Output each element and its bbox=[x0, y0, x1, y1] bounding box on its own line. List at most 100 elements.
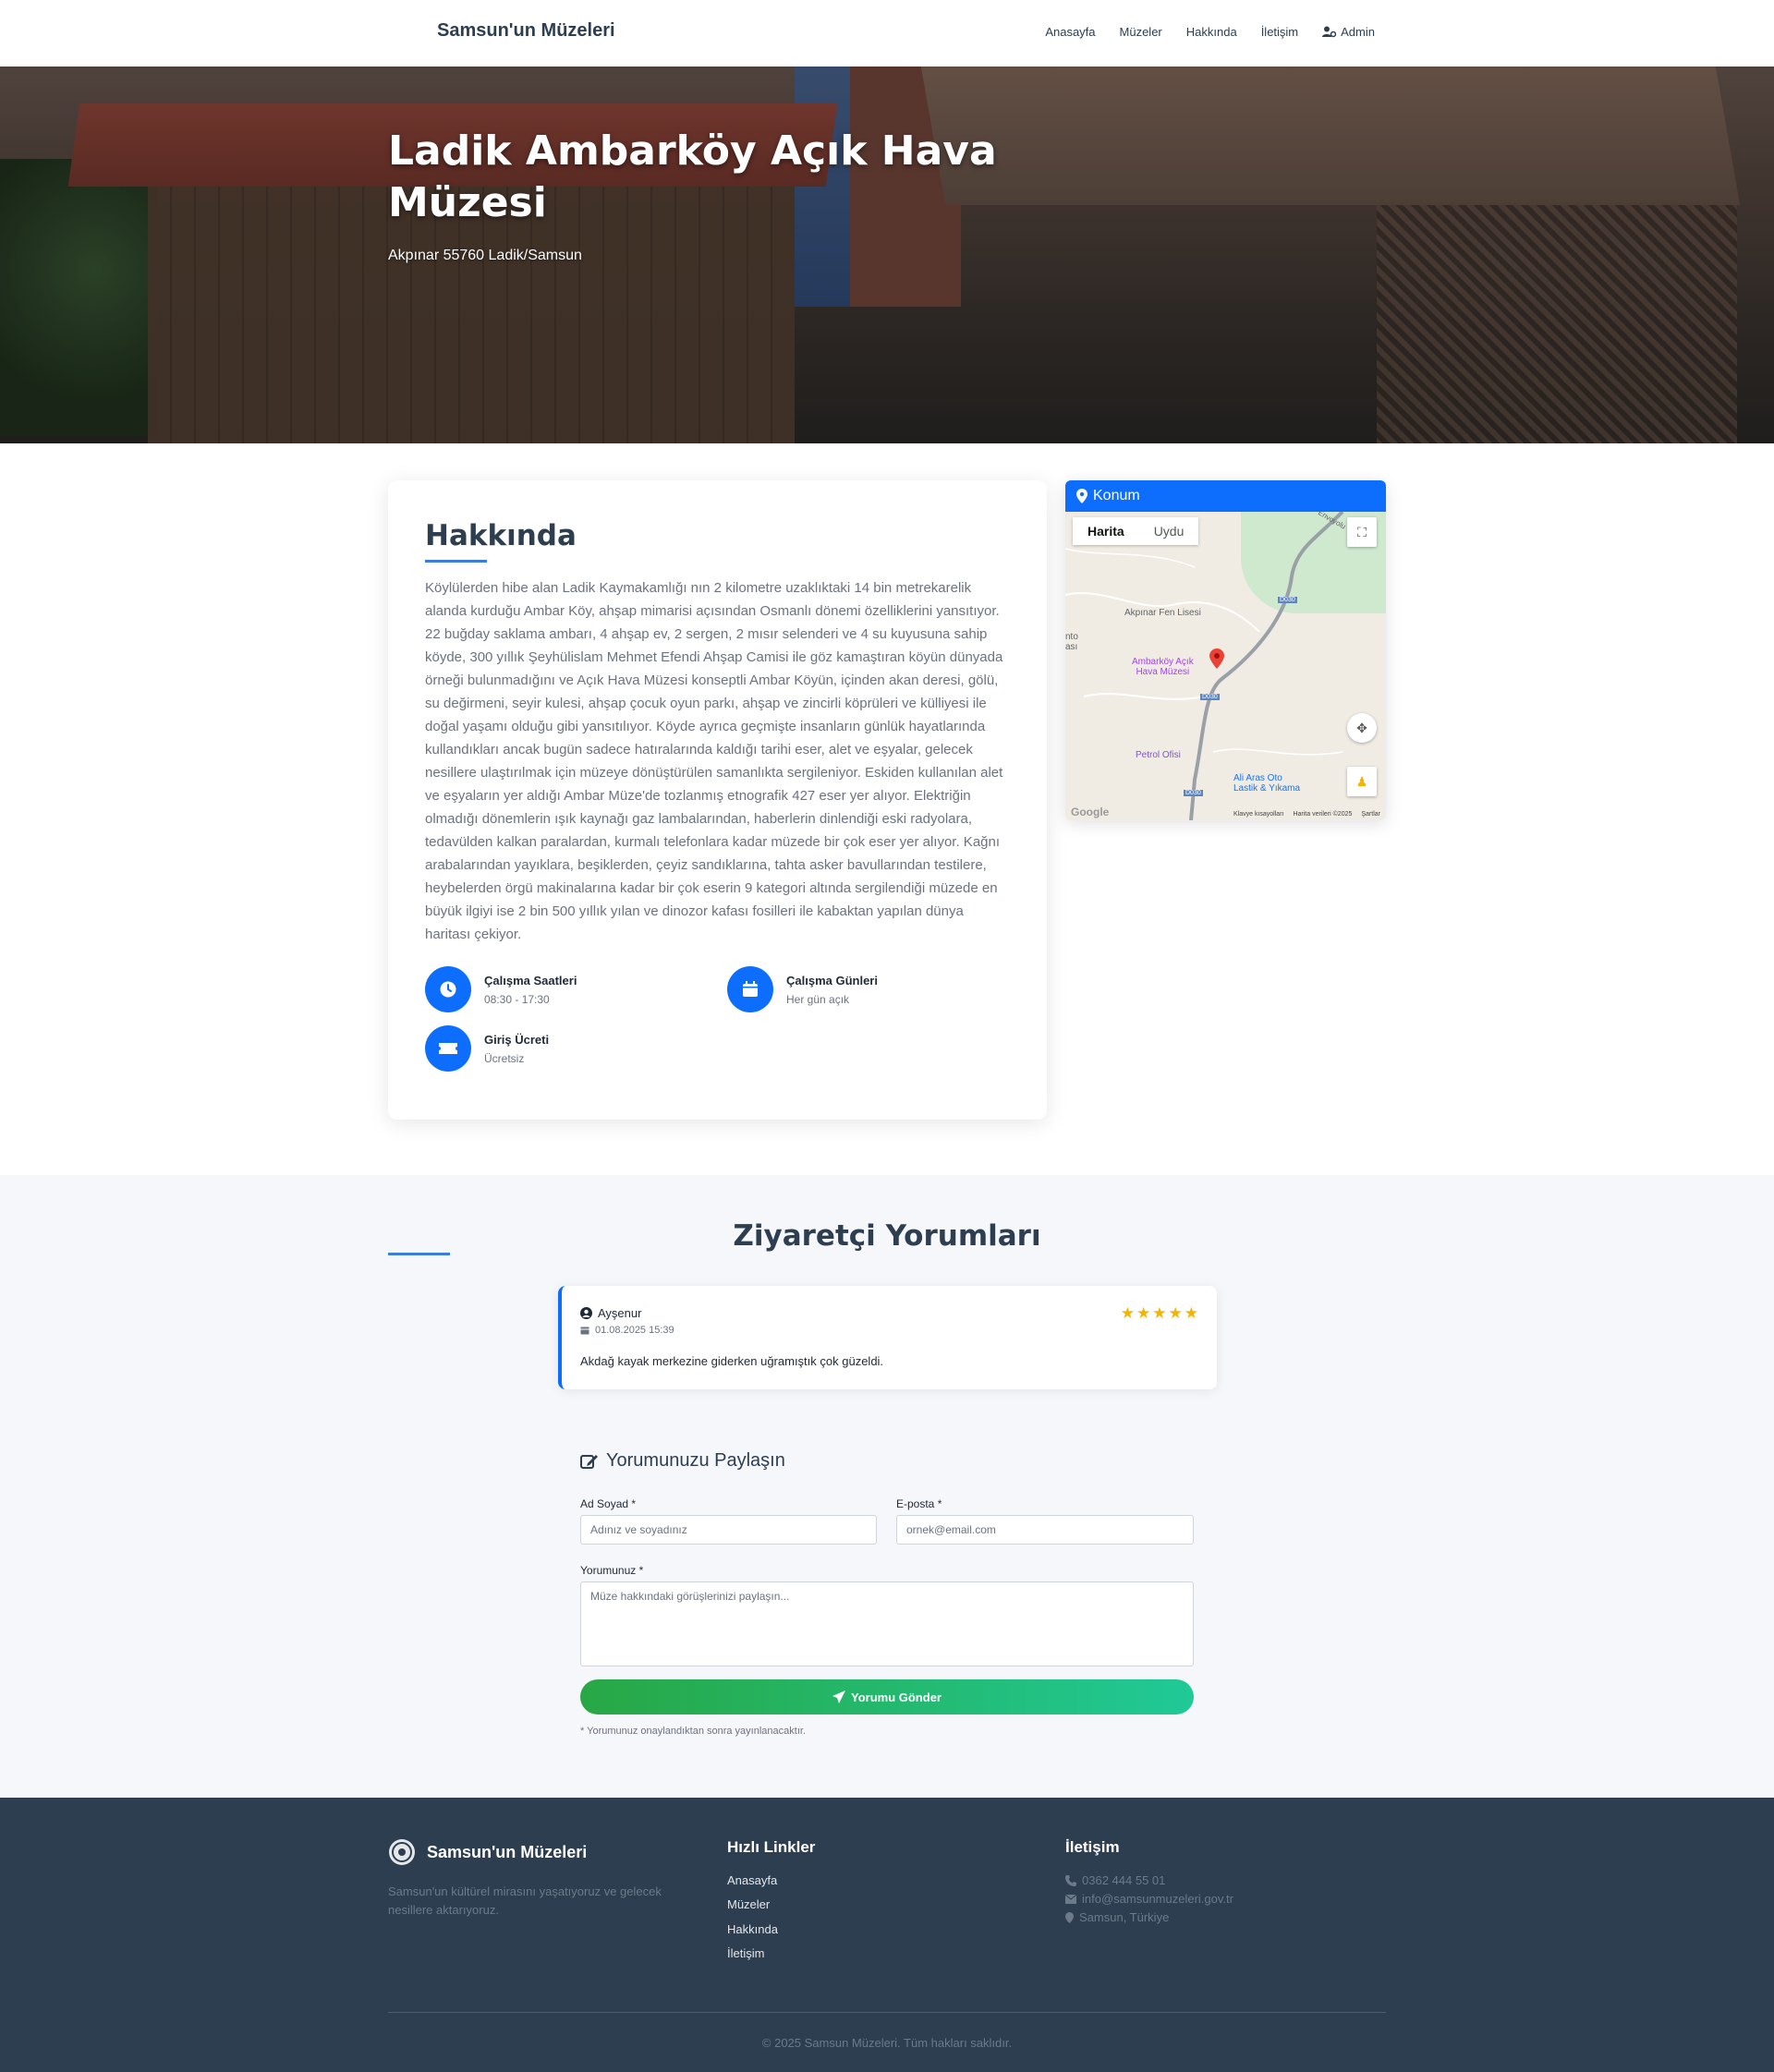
calendar-icon bbox=[580, 1327, 589, 1335]
footer-phone-text: 0362 444 55 01 bbox=[1082, 1873, 1166, 1887]
nav-link-admin[interactable]: Admin bbox=[1322, 25, 1375, 39]
info-fee: Giriş Ücreti Ücretsiz bbox=[425, 1025, 549, 1072]
nav-links: Anasayfa Müzeler Hakkında İletişim Admin bbox=[1045, 25, 1375, 39]
map-label-museum-line2: Hava Müzesi bbox=[1136, 667, 1190, 677]
footer-divider bbox=[388, 2012, 1386, 2013]
museum-logo-icon bbox=[389, 1839, 415, 1865]
days-value: Her gün açık bbox=[786, 992, 850, 1006]
footer-brand-text: Samsun'un Müzeleri bbox=[427, 1842, 588, 1861]
footer-phone: 0362 444 55 01 bbox=[1065, 1873, 1165, 1887]
pegman-icon[interactable]: ♟ bbox=[1347, 767, 1377, 796]
footer-location: Samsun, Türkiye bbox=[1065, 1910, 1169, 1924]
form-note: * Yorumunuz onaylandıktan sonra yayınlan… bbox=[580, 1726, 806, 1737]
map-label-service-line1: Ali Aras Oto bbox=[1233, 773, 1282, 783]
nav-link-about[interactable]: Hakkında bbox=[1186, 25, 1237, 39]
footer-link-about[interactable]: Hakkında bbox=[727, 1922, 778, 1936]
email-input[interactable]: ornek@email.com bbox=[896, 1515, 1194, 1545]
quick-links-title: Hızlı Linkler bbox=[727, 1838, 816, 1856]
user-cog-icon bbox=[1322, 26, 1337, 38]
comment-label: Yorumunuz * bbox=[580, 1564, 644, 1577]
brand-logo-text[interactable]: Samsun'un Müzeleri bbox=[437, 20, 615, 42]
hours-value: 08:30 - 17:30 bbox=[484, 992, 550, 1006]
map-header-label: Konum bbox=[1093, 488, 1140, 503]
about-title: Hakkında bbox=[425, 519, 577, 552]
museum-address: Akpınar 55760 Ladik/Samsun bbox=[388, 248, 582, 263]
name-input[interactable]: Adınız ve soyadınız bbox=[580, 1515, 877, 1545]
name-label: Ad Soyad * bbox=[580, 1497, 637, 1510]
paper-plane-icon bbox=[832, 1690, 845, 1703]
contact-title: İletişim bbox=[1065, 1838, 1120, 1856]
footer-location-text: Samsun, Türkiye bbox=[1079, 1910, 1170, 1924]
map-data-credit: Harita verileri ©2025 bbox=[1293, 810, 1353, 818]
fullscreen-icon[interactable]: ⛶ bbox=[1347, 517, 1377, 547]
info-hours: Çalışma Saatleri 08:30 - 17:30 bbox=[425, 966, 577, 1012]
nav-link-museums[interactable]: Müzeler bbox=[1120, 25, 1162, 39]
about-text: Köylülerden hibe alan Ladik Kaymakamlığı… bbox=[425, 580, 1003, 942]
copyright: © 2025 Samsun Müzeleri. Tüm hakları sakl… bbox=[761, 2036, 1013, 2050]
edit-icon bbox=[580, 1454, 598, 1469]
footer-link-contact[interactable]: İletişim bbox=[727, 1946, 764, 1960]
email-label: E-posta * bbox=[896, 1497, 942, 1510]
admin-label: Admin bbox=[1341, 25, 1375, 39]
map-label-partial-2: ası bbox=[1065, 642, 1078, 652]
footer-email: info@samsunmuzeleri.gov.tr bbox=[1065, 1892, 1233, 1906]
fee-value: Ücretsiz bbox=[484, 1051, 525, 1065]
calendar-icon bbox=[727, 966, 773, 1012]
map-road-badge-2: D030 bbox=[1200, 694, 1220, 700]
map-keyboard-shortcuts[interactable]: Klavye kısayolları bbox=[1233, 811, 1283, 818]
navbar: Samsun'un Müzeleri Anasayfa Müzeler Hakk… bbox=[0, 0, 1774, 67]
map-terms[interactable]: Şartlar bbox=[1361, 811, 1380, 818]
hero-banner: Ladik Ambarköy Açık Hava Müzesi Akpınar … bbox=[0, 67, 1774, 443]
reviews-title: Ziyaretçi Yorumları bbox=[733, 1219, 1041, 1253]
map-label-museum: Ambarköy Açık Hava Müzesi bbox=[1132, 657, 1194, 677]
review-form-title: Yorumunuzu Paylaşın bbox=[580, 1450, 785, 1472]
comment-textarea[interactable]: Müze hakkındaki görüşlerinizi paylaşın..… bbox=[580, 1581, 1194, 1666]
map-type-tabs: Harita Uydu bbox=[1073, 517, 1199, 545]
google-map[interactable]: Harita Uydu ⛶ ✥ ♟ Akpınar Fen Lisesi nto… bbox=[1065, 512, 1386, 820]
map-label-service-line2: Lastik & Yıkama bbox=[1233, 783, 1301, 794]
map-footer: Klavye kısayolları Harita verileri ©2025… bbox=[1065, 807, 1386, 820]
camera-control-icon[interactable]: ✥ bbox=[1347, 713, 1377, 743]
museum-title: Ladik Ambarköy Açık Hava Müzesi bbox=[388, 127, 997, 226]
fee-label: Giriş Ücreti bbox=[484, 1032, 550, 1047]
submit-review-label: Yorumu Gönder bbox=[851, 1690, 942, 1704]
map-pin-icon[interactable] bbox=[1209, 648, 1224, 669]
phone-icon bbox=[1065, 1874, 1076, 1886]
hours-label: Çalışma Saatleri bbox=[484, 973, 577, 988]
nav-link-home[interactable]: Anasayfa bbox=[1045, 25, 1095, 39]
footer-link-home[interactable]: Anasayfa bbox=[727, 1873, 777, 1887]
review-date: 01.08.2025 15:39 bbox=[580, 1325, 674, 1336]
tab-satellite[interactable]: Uydu bbox=[1139, 517, 1199, 545]
footer-email-text[interactable]: info@samsunmuzeleri.gov.tr bbox=[1082, 1892, 1233, 1906]
review-card: Ayşenur 01.08.2025 15:39 ★★★★★ Akdağ kay… bbox=[558, 1286, 1217, 1389]
clock-icon bbox=[425, 966, 471, 1012]
reviews-section: Ziyaretçi Yorumları Ayşenur 01.08.2025 1… bbox=[0, 1175, 1774, 1798]
days-label: Çalışma Günleri bbox=[786, 973, 878, 988]
map-card: Konum Harita Uydu ⛶ ✥ ♟ Akpınar Fen Lise… bbox=[1065, 480, 1386, 820]
review-form-title-text: Yorumunuzu Paylaşın bbox=[606, 1450, 785, 1471]
review-author-name: Ayşenur bbox=[598, 1306, 642, 1320]
map-header: Konum bbox=[1065, 480, 1386, 512]
nav-link-contact[interactable]: İletişim bbox=[1261, 25, 1298, 39]
user-circle-icon bbox=[580, 1307, 592, 1319]
footer-description: Samsun'un kültürel mirasını yaşatıyoruz … bbox=[388, 1884, 662, 1917]
reviews-underline bbox=[388, 1253, 450, 1255]
tab-map[interactable]: Harita bbox=[1073, 517, 1139, 545]
info-days: Çalışma Günleri Her gün açık bbox=[727, 966, 878, 1012]
map-label-museum-line1: Ambarköy Açık bbox=[1132, 657, 1194, 667]
about-card: Hakkında Köylülerden hibe alan Ladik Kay… bbox=[388, 480, 1047, 1120]
map-road-badge-1: D030 bbox=[1278, 597, 1297, 603]
map-roads bbox=[1065, 512, 1344, 820]
footer: Samsun'un Müzeleri Samsun'un kültürel mi… bbox=[0, 1798, 1774, 2072]
review-stars: ★★★★★ bbox=[1120, 1304, 1200, 1322]
map-label-petrol: Petrol Ofisi bbox=[1136, 750, 1181, 760]
map-marker-icon bbox=[1076, 489, 1087, 503]
map-road-badge-3: D030 bbox=[1184, 790, 1203, 796]
review-text: Akdağ kayak merkezine giderken uğramıştı… bbox=[580, 1354, 884, 1368]
map-label-school: Akpınar Fen Lisesi bbox=[1124, 608, 1201, 618]
map-label-partial-1: nto bbox=[1065, 632, 1078, 642]
submit-review-button[interactable]: Yorumu Gönder bbox=[580, 1679, 1194, 1715]
footer-link-museums[interactable]: Müzeler bbox=[727, 1897, 770, 1911]
ticket-icon bbox=[425, 1025, 471, 1072]
footer-brand: Samsun'un Müzeleri bbox=[388, 1838, 587, 1866]
